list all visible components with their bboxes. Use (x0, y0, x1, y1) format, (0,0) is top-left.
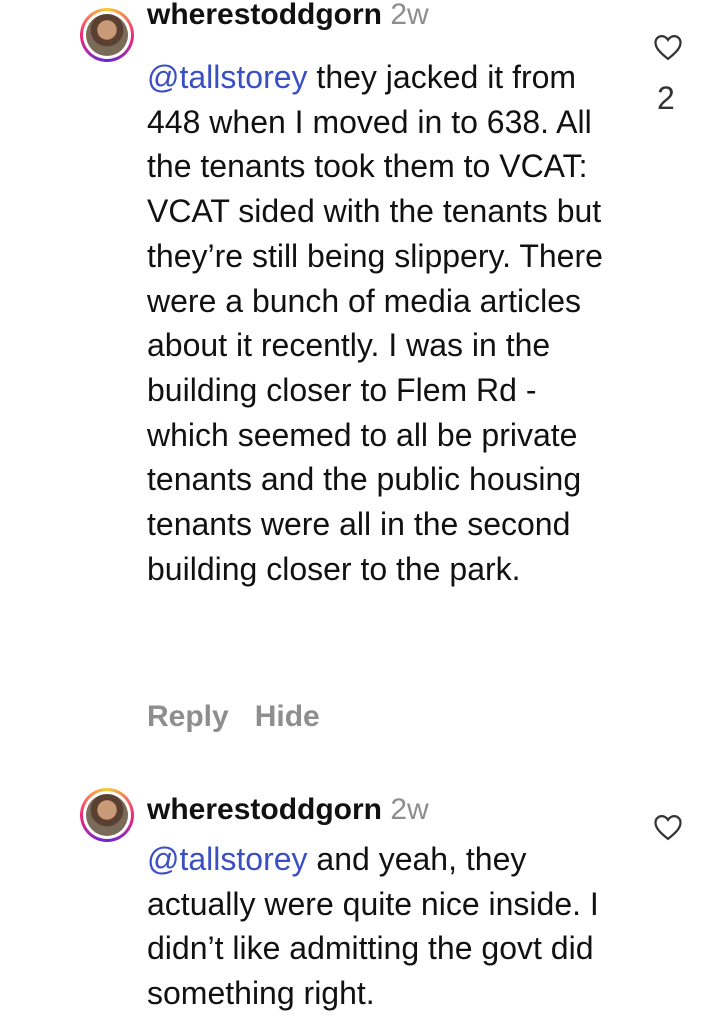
reply-button[interactable]: Reply (147, 700, 229, 733)
username[interactable]: wherestoddgorn (147, 793, 382, 826)
heart-icon[interactable] (653, 813, 683, 841)
mention-link[interactable]: @tallstorey (147, 841, 308, 877)
heart-icon[interactable] (653, 33, 683, 61)
avatar[interactable] (80, 788, 134, 842)
mention-link[interactable]: @tallstorey (147, 59, 308, 95)
comment-header: wherestoddgorn 2w (147, 0, 429, 32)
username[interactable]: wherestoddgorn (147, 0, 382, 31)
timestamp: 2w (390, 0, 429, 31)
comment-actions: Reply Hide (147, 700, 346, 734)
comment-text: @tallstorey and yeah, they actually were… (147, 837, 622, 1016)
avatar-image (86, 794, 128, 836)
like-count: 2 (657, 80, 675, 116)
avatar[interactable] (80, 8, 134, 62)
hide-button[interactable]: Hide (255, 700, 320, 733)
timestamp: 2w (390, 793, 429, 826)
comment-1: wherestoddgorn 2w @tallstorey they jacke… (0, 0, 716, 760)
comment-2: wherestoddgorn 2w @tallstorey and yeah, … (0, 780, 716, 1023)
avatar-image (86, 14, 128, 56)
comment-header: wherestoddgorn 2w (147, 793, 429, 827)
comment-body: they jacked it from 448 when I moved in … (147, 59, 603, 587)
comment-text: @tallstorey they jacked it from 448 when… (147, 55, 622, 591)
